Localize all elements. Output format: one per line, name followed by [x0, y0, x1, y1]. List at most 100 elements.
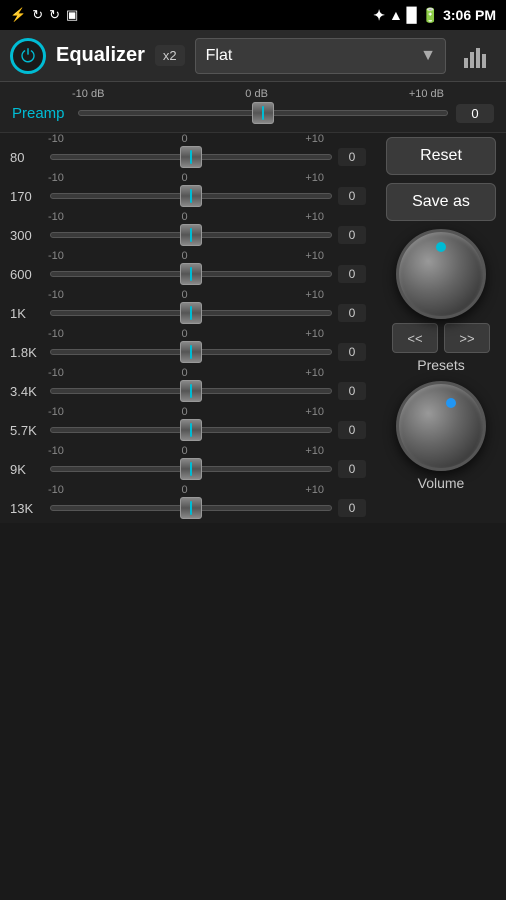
band-thumb-0[interactable] — [180, 146, 202, 168]
band-freq-5: 1.8K — [10, 345, 44, 360]
eq-band-row-2: -10 0 +10 300 0 — [10, 211, 366, 246]
preset-prev-button[interactable]: << — [392, 323, 438, 353]
sync2-icon: ↻ — [49, 7, 60, 23]
preset-select[interactable]: Flat Rock Pop Jazz Classical Dance Hip H… — [195, 38, 446, 74]
band-thumb-3[interactable] — [180, 263, 202, 285]
reset-button[interactable]: Reset — [386, 137, 496, 175]
band-labels-8: -10 0 +10 — [10, 445, 366, 458]
band-max-8: +10 — [305, 445, 324, 457]
content-wrapper: -10 0 +10 80 0 -10 0 +10 — [0, 133, 506, 523]
band-freq-7: 5.7K — [10, 423, 44, 438]
band-value-5: 0 — [338, 343, 366, 361]
band-max-7: +10 — [305, 406, 324, 418]
band-row-8: 9K 0 — [10, 458, 366, 480]
preset-nav: << >> — [392, 323, 490, 353]
power-button[interactable] — [10, 38, 46, 74]
chart-icon[interactable] — [456, 36, 496, 76]
band-slider-7[interactable] — [50, 419, 332, 441]
band-slider-2[interactable] — [50, 224, 332, 246]
band-labels-2: -10 0 +10 — [10, 211, 366, 224]
band-value-4: 0 — [338, 304, 366, 322]
band-freq-0: 80 — [10, 150, 44, 165]
band-thumb-8[interactable] — [180, 458, 202, 480]
band-min-2: -10 — [48, 211, 64, 223]
eq-band-row-9: -10 0 +10 13K 0 — [10, 484, 366, 519]
right-panel: Reset Save as << >> Presets Volume — [376, 133, 506, 523]
usb-icon: ⚡ — [10, 7, 26, 23]
band-slider-4[interactable] — [50, 302, 332, 324]
band-min-3: -10 — [48, 250, 64, 262]
band-min-7: -10 — [48, 406, 64, 418]
presets-knob-container: << >> Presets — [392, 229, 490, 373]
band-mid-4: 0 — [182, 289, 188, 301]
eq-band-row-4: -10 0 +10 1K 0 — [10, 289, 366, 324]
band-min-4: -10 — [48, 289, 64, 301]
band-freq-1: 170 — [10, 189, 44, 204]
volume-label: Volume — [418, 475, 465, 491]
band-slider-3[interactable] — [50, 263, 332, 285]
band-thumb-5[interactable] — [180, 341, 202, 363]
band-thumb-6[interactable] — [180, 380, 202, 402]
band-row-7: 5.7K 0 — [10, 419, 366, 441]
band-thumb-2[interactable] — [180, 224, 202, 246]
band-row-9: 13K 0 — [10, 497, 366, 519]
band-freq-2: 300 — [10, 228, 44, 243]
band-thumb-1[interactable] — [180, 185, 202, 207]
eq-band-row-8: -10 0 +10 9K 0 — [10, 445, 366, 480]
band-slider-0[interactable] — [50, 146, 332, 168]
preamp-row: Preamp 0 — [12, 102, 494, 124]
status-right: ✦ ▲ ▉ 🔋 3:06 PM — [373, 7, 496, 24]
band-labels-1: -10 0 +10 — [10, 172, 366, 185]
band-labels-4: -10 0 +10 — [10, 289, 366, 302]
wifi-icon: ▲ — [389, 7, 403, 23]
band-min-6: -10 — [48, 367, 64, 379]
band-mid-5: 0 — [182, 328, 188, 340]
presets-knob[interactable] — [396, 229, 486, 319]
preamp-section: -10 dB 0 dB +10 dB Preamp 0 — [0, 82, 506, 133]
band-freq-4: 1K — [10, 306, 44, 321]
eq-band-row-7: -10 0 +10 5.7K 0 — [10, 406, 366, 441]
sync-icon: ↻ — [32, 7, 43, 23]
band-freq-6: 3.4K — [10, 384, 44, 399]
presets-label: Presets — [417, 357, 464, 373]
band-slider-6[interactable] — [50, 380, 332, 402]
preamp-slider-wrap[interactable] — [78, 102, 448, 124]
band-max-9: +10 — [305, 484, 324, 496]
band-slider-8[interactable] — [50, 458, 332, 480]
band-max-3: +10 — [305, 250, 324, 262]
preamp-labels: -10 dB 0 dB +10 dB — [12, 88, 494, 102]
band-freq-8: 9K — [10, 462, 44, 477]
band-slider-1[interactable] — [50, 185, 332, 207]
band-row-4: 1K 0 — [10, 302, 366, 324]
save-as-button[interactable]: Save as — [386, 183, 496, 221]
band-row-3: 600 0 — [10, 263, 366, 285]
band-row-5: 1.8K 0 — [10, 341, 366, 363]
band-max-6: +10 — [305, 367, 324, 379]
band-thumb-7[interactable] — [180, 419, 202, 441]
band-labels-9: -10 0 +10 — [10, 484, 366, 497]
time-display: 3:06 PM — [443, 7, 496, 23]
band-labels-6: -10 0 +10 — [10, 367, 366, 380]
band-mid-2: 0 — [182, 211, 188, 223]
band-slider-5[interactable] — [50, 341, 332, 363]
header-bar: Equalizer x2 Flat Rock Pop Jazz Classica… — [0, 30, 506, 82]
band-thumb-9[interactable] — [180, 497, 202, 519]
preamp-thumb[interactable] — [252, 102, 274, 124]
band-mid-6: 0 — [182, 367, 188, 379]
eq-band-row-0: -10 0 +10 80 0 — [10, 133, 366, 168]
band-value-0: 0 — [338, 148, 366, 166]
eq-band-row-5: -10 0 +10 1.8K 0 — [10, 328, 366, 363]
band-thumb-4[interactable] — [180, 302, 202, 324]
preset-next-button[interactable]: >> — [444, 323, 490, 353]
multiplier-badge: x2 — [155, 45, 185, 66]
band-labels-3: -10 0 +10 — [10, 250, 366, 263]
band-slider-9[interactable] — [50, 497, 332, 519]
band-value-2: 0 — [338, 226, 366, 244]
band-min-8: -10 — [48, 445, 64, 457]
eq-band-row-1: -10 0 +10 170 0 — [10, 172, 366, 207]
band-min-9: -10 — [48, 484, 64, 496]
band-value-9: 0 — [338, 499, 366, 517]
volume-knob[interactable] — [396, 381, 486, 471]
preset-dropdown-wrap[interactable]: Flat Rock Pop Jazz Classical Dance Hip H… — [195, 38, 446, 74]
eq-band-row-3: -10 0 +10 600 0 — [10, 250, 366, 285]
